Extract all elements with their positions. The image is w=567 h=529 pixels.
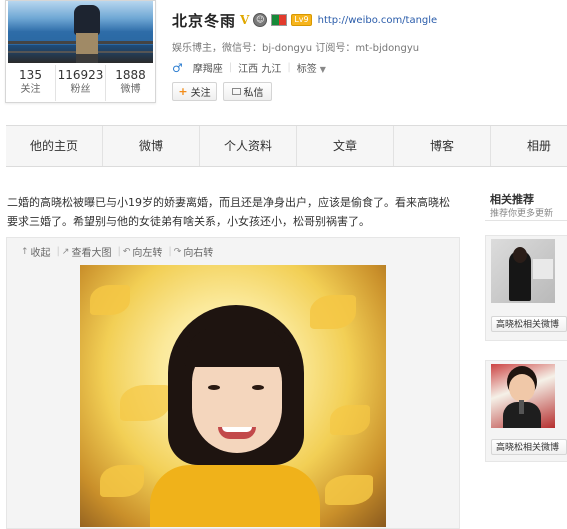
message-button[interactable]: 私信 (223, 82, 272, 101)
stat-followers[interactable]: 116923 粉丝 (56, 65, 106, 101)
profile-location-link[interactable]: 江西 九江 (238, 60, 281, 75)
follow-button-label: 关注 (190, 88, 211, 99)
message-button-label: 私信 (243, 88, 264, 99)
member-badge-icon[interactable]: ☺ (253, 13, 268, 27)
related-avatar[interactable] (491, 364, 555, 428)
profile-cover-image[interactable] (8, 1, 153, 63)
related-card: 高晓松相关微博 (485, 235, 567, 341)
male-icon: ♂ (172, 60, 183, 75)
related-avatar[interactable] (491, 239, 555, 303)
collapse-link[interactable]: ↑ 收起 (21, 244, 51, 260)
stat-posts-count: 1888 (115, 68, 146, 82)
divider: | (56, 246, 60, 257)
post-text: 二婚的高晓松被曝已与小19岁的娇妻离婚，而且还是净身出户，应该是偷食了。看来高晓… (7, 196, 450, 228)
divider: | (168, 246, 172, 257)
post-photo[interactable] (80, 265, 386, 527)
profile-name-row: 北京冬雨 V ☺ Lv9 http://weibo.com/tangle (172, 10, 437, 30)
rotate-left-label: 向左转 (132, 248, 163, 259)
divider (485, 220, 567, 221)
rotate-left-link[interactable]: | ↶ 向左转 (117, 244, 163, 259)
arrow-up-icon: ↑ (21, 246, 29, 257)
view-large-label: 查看大图 (71, 248, 112, 259)
tab-album[interactable]: 相册 (491, 126, 567, 166)
flag-badge-icon[interactable] (271, 14, 288, 26)
related-title: 相关推荐 (490, 193, 534, 206)
photo-toolbar: ↑ 收起 | ↗ 查看大图 | ↶ 向左转 | ↷ 向右转 (21, 244, 213, 259)
level-badge[interactable]: Lv9 (291, 14, 312, 26)
profile-stats: 135 关注 116923 粉丝 1888 微博 (6, 65, 155, 101)
follow-button[interactable]: + 关注 (172, 82, 217, 101)
divider: | (117, 246, 121, 257)
profile-card: 135 关注 116923 粉丝 1888 微博 (5, 0, 156, 103)
stat-posts-label: 微博 (120, 84, 141, 95)
tab-profile-info[interactable]: 个人资料 (200, 126, 297, 166)
profile-tabs: 他的主页 微博 个人资料 文章 博客 相册 (6, 125, 567, 167)
verified-v-icon[interactable]: V (240, 13, 249, 27)
mail-icon (231, 88, 241, 95)
related-subtitle: 推荐你更多更新 (490, 209, 554, 219)
post-photo-card: ↑ 收起 | ↗ 查看大图 | ↶ 向左转 | ↷ 向右转 (6, 237, 460, 529)
related-card: 高晓松相关微博 (485, 360, 567, 462)
tab-articles[interactable]: 文章 (297, 126, 394, 166)
caret-down-icon: ▼ (319, 65, 326, 74)
rotate-left-icon: ↶ (122, 246, 131, 257)
related-weibo-button[interactable]: 高晓松相关微博 (491, 316, 567, 332)
divider: | (287, 62, 291, 73)
profile-name: 北京冬雨 (172, 11, 237, 30)
stat-followers-count: 116923 (57, 68, 104, 82)
profile-url-link[interactable]: http://weibo.com/tangle (318, 15, 438, 26)
stat-posts[interactable]: 1888 微博 (106, 65, 155, 101)
view-large-link[interactable]: | ↗ 查看大图 (57, 244, 112, 259)
related-weibo-button[interactable]: 高晓松相关微博 (491, 439, 567, 455)
collapse-label: 收起 (30, 248, 51, 259)
rotate-right-link[interactable]: | ↷ 向右转 (168, 244, 214, 259)
tab-home[interactable]: 他的主页 (6, 126, 103, 166)
stat-following-label: 关注 (20, 84, 41, 95)
stat-following-count: 135 (19, 68, 42, 82)
profile-info: 娱乐博主，微信号：bj-dongyu 订阅号：mt-bjdongyu (172, 43, 420, 54)
profile-zodiac: 摩羯座 (192, 64, 223, 75)
divider: | (228, 62, 233, 73)
tags-dropdown[interactable]: 标签 ▼ (297, 60, 326, 75)
profile-meta-row: ♂ 摩羯座 | 江西 九江 | 标签 ▼ (172, 60, 326, 76)
rotate-right-label: 向右转 (183, 248, 214, 259)
rotate-right-icon: ↷ (173, 246, 182, 257)
tags-label: 标签 (296, 64, 317, 75)
tab-blog[interactable]: 博客 (394, 126, 491, 166)
plus-icon: + (178, 85, 188, 98)
stat-following[interactable]: 135 关注 (6, 65, 56, 101)
zoom-icon: ↗ (61, 246, 70, 257)
stat-followers-label: 粉丝 (70, 84, 91, 95)
tab-weibo[interactable]: 微博 (103, 126, 200, 166)
